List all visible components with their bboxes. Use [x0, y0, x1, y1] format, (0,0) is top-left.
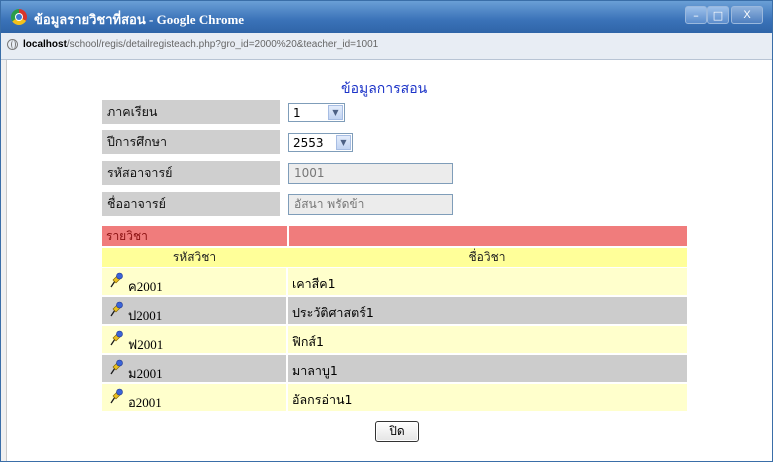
subject-code: ม2001 [128, 366, 163, 381]
close-window-button[interactable]: X [731, 6, 763, 24]
pushpin-icon[interactable] [108, 359, 124, 375]
close-button[interactable]: ปิด [375, 421, 419, 442]
col-header-code: รหัสวิชา [102, 248, 287, 267]
subject-code: ค2001 [128, 279, 163, 294]
url-path: /school/regis/detailregisteach.php?gro_i… [66, 39, 379, 50]
table-row[interactable]: ม2001 มาลาบู1 [102, 355, 687, 382]
table-row[interactable]: ป2001 ประวัติศาสตร์1 [102, 297, 687, 324]
maximize-button[interactable]: □ [707, 6, 729, 24]
page-content: ข้อมูลการสอน ภาคเรียน 1 ▼ ปีการศึกษา 255… [7, 60, 772, 461]
subjects-section-label: รายวิชา [102, 226, 287, 246]
minimize-button[interactable]: – [685, 6, 707, 24]
year-select-value: 2553 [293, 136, 324, 150]
year-select[interactable]: 2553 ▼ [288, 133, 353, 152]
year-label: ปีการศึกษา [102, 130, 280, 154]
chevron-down-icon[interactable]: ▼ [336, 135, 351, 150]
code-cell: ค2001 [102, 268, 286, 295]
subject-name: ประวัติศาสตร์1 [292, 305, 374, 320]
code-cell: ป2001 [102, 297, 286, 324]
address-bar[interactable]: localhost/school/regis/detailregisteach.… [1, 33, 772, 60]
code-cell: อ2001 [102, 384, 286, 411]
name-cell: ประวัติศาสตร์1 [288, 297, 687, 324]
chrome-logo-icon [11, 9, 27, 25]
pushpin-icon[interactable] [108, 301, 124, 317]
table-row[interactable]: ค2001 เคาสีค1 [102, 268, 687, 295]
pushpin-icon[interactable] [108, 330, 124, 346]
page-title: ข้อมูลการสอน [341, 81, 428, 97]
name-cell: ฟิกส์1 [288, 326, 687, 353]
code-cell: ฟ2001 [102, 326, 286, 353]
subject-name: อัลกรอ่าน1 [292, 392, 353, 407]
teacher-name-label: ชื่ออาจารย์ [102, 192, 280, 216]
chevron-down-icon[interactable]: ▼ [328, 105, 343, 120]
browser-popup-window: ข้อมูลรายวิชาที่สอน - Google Chrome – □ … [0, 0, 773, 462]
table-row[interactable]: ฟ2001 ฟิกส์1 [102, 326, 687, 353]
subjects-section-filler [289, 226, 687, 246]
semester-select[interactable]: 1 ▼ [288, 103, 345, 122]
subject-name: เคาสีค1 [292, 276, 336, 291]
name-cell: เคาสีค1 [288, 268, 687, 295]
code-cell: ม2001 [102, 355, 286, 382]
teacher-code-field[interactable]: 1001 [288, 163, 453, 184]
subjects-section-header: รายวิชา [102, 226, 687, 246]
col-header-name: ชื่อวิชา [287, 248, 687, 267]
url-text[interactable]: localhost/school/regis/detailregisteach.… [23, 39, 378, 50]
teacher-name-field[interactable]: อัสนา พรัดข้า [288, 194, 453, 215]
page-info-icon[interactable] [7, 39, 18, 50]
pushpin-icon[interactable] [108, 388, 124, 404]
url-host: localhost [23, 39, 67, 50]
teacher-code-label: รหัสอาจารย์ [102, 161, 280, 185]
subject-name: ฟิกส์1 [292, 334, 325, 349]
semester-label: ภาคเรียน [102, 100, 280, 124]
subject-code: ป2001 [128, 308, 163, 323]
pushpin-icon[interactable] [108, 272, 124, 288]
title-bar[interactable]: ข้อมูลรายวิชาที่สอน - Google Chrome – □ … [1, 1, 772, 33]
name-cell: อัลกรอ่าน1 [288, 384, 687, 411]
subject-code: อ2001 [128, 395, 162, 410]
subject-code: ฟ2001 [128, 337, 164, 352]
name-cell: มาลาบู1 [288, 355, 687, 382]
table-row[interactable]: อ2001 อัลกรอ่าน1 [102, 384, 687, 411]
subject-name: มาลาบู1 [292, 363, 338, 378]
semester-select-value: 1 [293, 106, 301, 120]
window-title: ข้อมูลรายวิชาที่สอน - Google Chrome [34, 12, 245, 27]
